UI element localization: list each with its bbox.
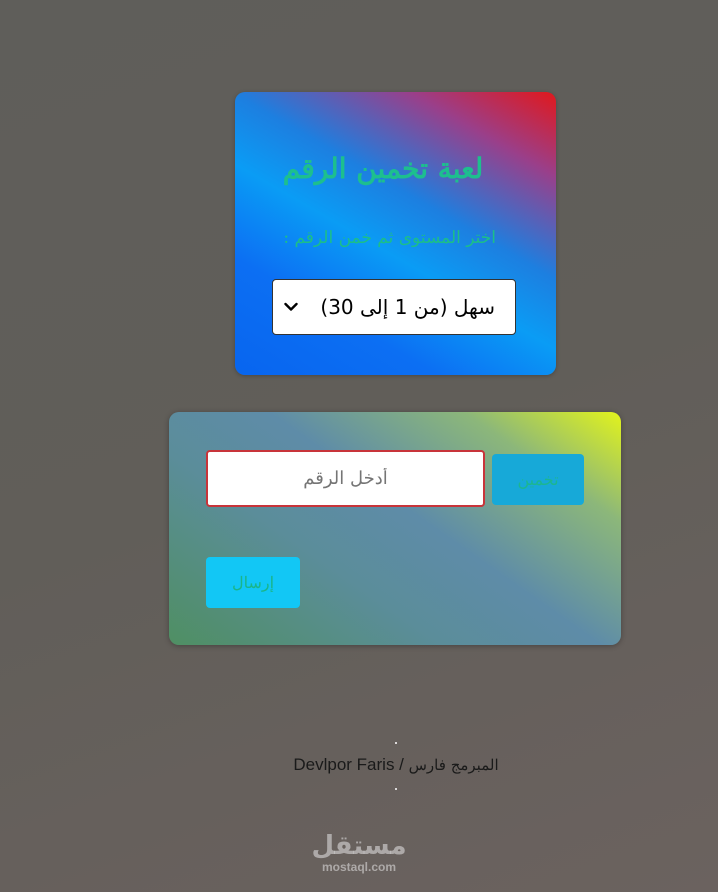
level-select[interactable]: سهل (من 1 إلى 30) xyxy=(272,279,516,335)
mostaql-watermark: مستقل mostaql.com xyxy=(300,832,418,874)
send-button[interactable]: إرسال xyxy=(206,557,300,608)
number-input[interactable] xyxy=(206,450,485,507)
watermark-arabic: مستقل xyxy=(311,831,407,861)
footer-separator: / xyxy=(394,755,409,774)
level-instructions: اختر المستوى ثم خمن الرقم : xyxy=(283,228,496,248)
level-select-value: سهل (من 1 إلى 30) xyxy=(320,295,495,319)
watermark-latin: mostaql.com xyxy=(321,860,396,874)
footer-dot-bottom xyxy=(395,788,397,790)
guess-button[interactable]: تخمين xyxy=(492,454,584,505)
page-title: لعبة تخمين الرقم xyxy=(282,152,484,185)
guess-card xyxy=(169,412,621,645)
footer-credit: المبرمج فارس / Devlpor Faris xyxy=(0,755,718,775)
footer-dot-top xyxy=(395,742,397,744)
chevron-down-icon xyxy=(283,299,299,315)
developer-name-ar: المبرمج فارس xyxy=(408,756,499,774)
developer-name-en: Devlpor Faris xyxy=(293,755,395,774)
